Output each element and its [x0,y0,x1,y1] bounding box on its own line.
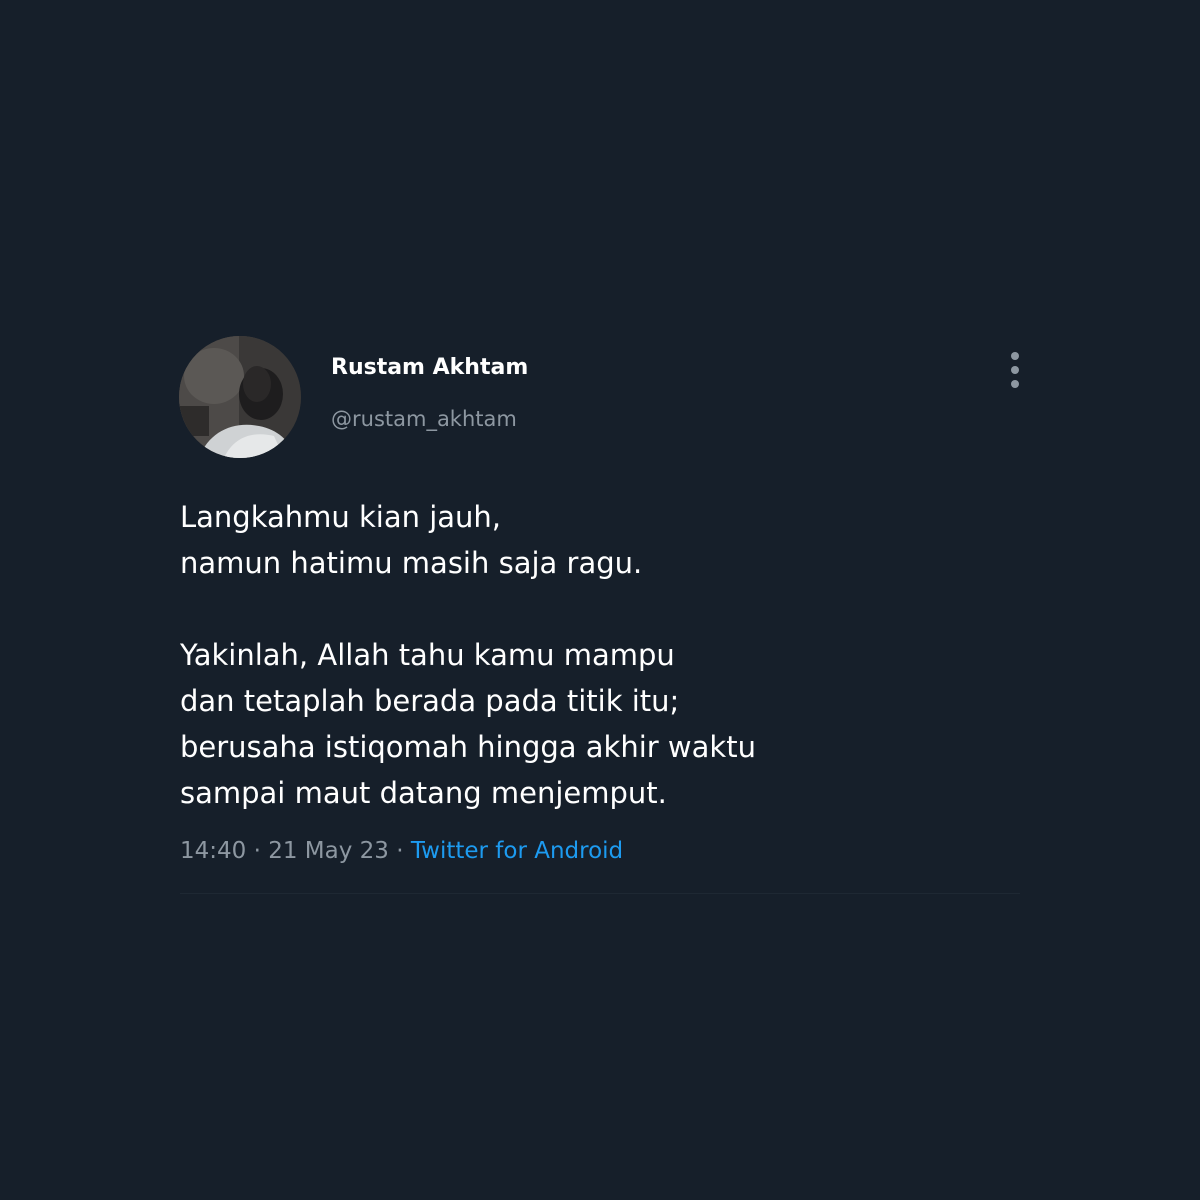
tweet-meta: 14:40 · 21 May 23 · Twitter for Android [180,838,623,864]
more-vertical-icon [1011,352,1019,360]
avatar[interactable] [179,336,301,458]
tweet-card: Rustam Akhtam @rustam_akhtam Langkahmu k… [0,0,1200,1200]
avatar-photo [179,336,301,458]
display-name[interactable]: Rustam Akhtam [331,355,528,380]
tweet-line: sampai maut datang menjemput. [180,776,667,810]
more-options-button[interactable] [1000,350,1030,390]
tweet-line: namun hatimu masih saja ragu. [180,546,643,580]
tweet-source-link[interactable]: Twitter for Android [411,838,623,864]
tweet-line: Yakinlah, Allah tahu kamu mampu [180,638,675,672]
tweet-line: Langkahmu kian jauh, [180,500,502,534]
tweet-date[interactable]: 21 May 23 [268,838,389,864]
tweet-line-break [180,586,1000,632]
meta-separator: · [246,838,269,864]
tweet-line: berusaha istiqomah hingga akhir waktu [180,730,756,764]
meta-separator: · [388,838,411,864]
more-vertical-icon-dot [1011,366,1019,374]
divider [180,893,1020,894]
user-handle[interactable]: @rustam_akhtam [331,407,517,431]
tweet-time[interactable]: 14:40 [180,838,246,864]
tweet-text: Langkahmu kian jauh, namun hatimu masih … [180,494,1000,816]
more-vertical-icon-dot [1011,380,1019,388]
tweet-line: dan tetaplah berada pada titik itu; [180,684,680,718]
